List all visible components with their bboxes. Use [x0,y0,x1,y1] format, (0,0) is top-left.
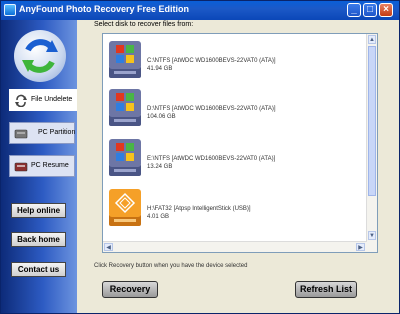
horizontal-scrollbar[interactable]: ◀ ▶ [103,241,367,252]
select-disk-label: Select disk to recover files from: [94,21,194,28]
disk-size: 41.94 GB [147,66,173,72]
usb-disk-icon [109,189,141,226]
disk-size: 104.06 GB [147,114,176,120]
windows-disk-icon [109,89,141,126]
scroll-thumb[interactable] [368,46,376,196]
title-bar[interactable]: AnyFound Photo Recovery Free Edition _ □… [1,1,399,20]
tab-label: File Undelete [31,96,73,103]
tab-pc-resume[interactable]: PC Resume [9,155,75,177]
back-home-button[interactable]: Back home [11,232,66,247]
disk-list[interactable]: C:\NTFS [AtWDC WD1600BEVS-22VAT0 (ATA)] … [102,33,378,253]
scroll-up-icon[interactable]: ▲ [368,35,376,44]
list-item[interactable]: C:\NTFS [AtWDC WD1600BEVS-22VAT0 (ATA)] … [103,38,367,84]
hint-text: Click Recovery button when you have the … [94,263,248,269]
recovery-button[interactable]: Recovery [102,281,158,298]
vertical-scrollbar[interactable]: ▲ ▼ [366,34,377,252]
scroll-left-icon[interactable]: ◀ [104,243,113,251]
minimize-button[interactable]: _ [347,3,361,17]
sidebar: File Undelete PC Partition PC Resume Hel… [1,20,77,313]
scroll-down-icon[interactable]: ▼ [368,231,376,240]
disk-name: C:\NTFS [AtWDC WD1600BEVS-22VAT0 (ATA)] [147,58,276,64]
list-item[interactable]: E:\NTFS [AtWDC WD1600BEVS-22VAT0 (ATA)] … [103,136,367,182]
tab-label: PC Resume [31,162,69,169]
harddisk-icon [14,129,28,139]
tab-pc-partition[interactable]: PC Partition [9,122,75,144]
refresh-list-button[interactable]: Refresh List [295,281,357,298]
windows-disk-icon [109,139,141,176]
disk-icon [14,162,28,172]
close-button[interactable]: × [379,3,393,17]
disk-size: 13.24 GB [147,164,173,170]
help-online-button[interactable]: Help online [11,203,66,218]
app-logo-icon [14,30,66,82]
app-window: AnyFound Photo Recovery Free Edition _ □… [0,0,400,314]
rotate-icon [15,94,27,107]
tab-label: PC Partition [38,129,76,136]
tab-file-undelete[interactable]: File Undelete [9,89,77,111]
windows-disk-icon [109,41,141,78]
window-title: AnyFound Photo Recovery Free Edition [19,4,190,14]
disk-name: E:\NTFS [AtWDC WD1600BEVS-22VAT0 (ATA)] [147,156,276,162]
contact-us-button[interactable]: Contact us [11,262,66,277]
disk-name: D:\NTFS [AtWDC WD1600BEVS-22VAT0 (ATA)] [147,106,276,112]
list-item[interactable]: D:\NTFS [AtWDC WD1600BEVS-22VAT0 (ATA)] … [103,86,367,132]
maximize-button[interactable]: □ [363,3,377,17]
app-icon [4,4,16,16]
disk-name: H:\FAT32 [Atpsp IntelligentStick (USB)] [147,206,251,212]
disk-size: 4.01 GB [147,214,170,220]
list-item[interactable]: H:\FAT32 [Atpsp IntelligentStick (USB)] … [103,186,367,232]
scroll-right-icon[interactable]: ▶ [356,243,365,251]
